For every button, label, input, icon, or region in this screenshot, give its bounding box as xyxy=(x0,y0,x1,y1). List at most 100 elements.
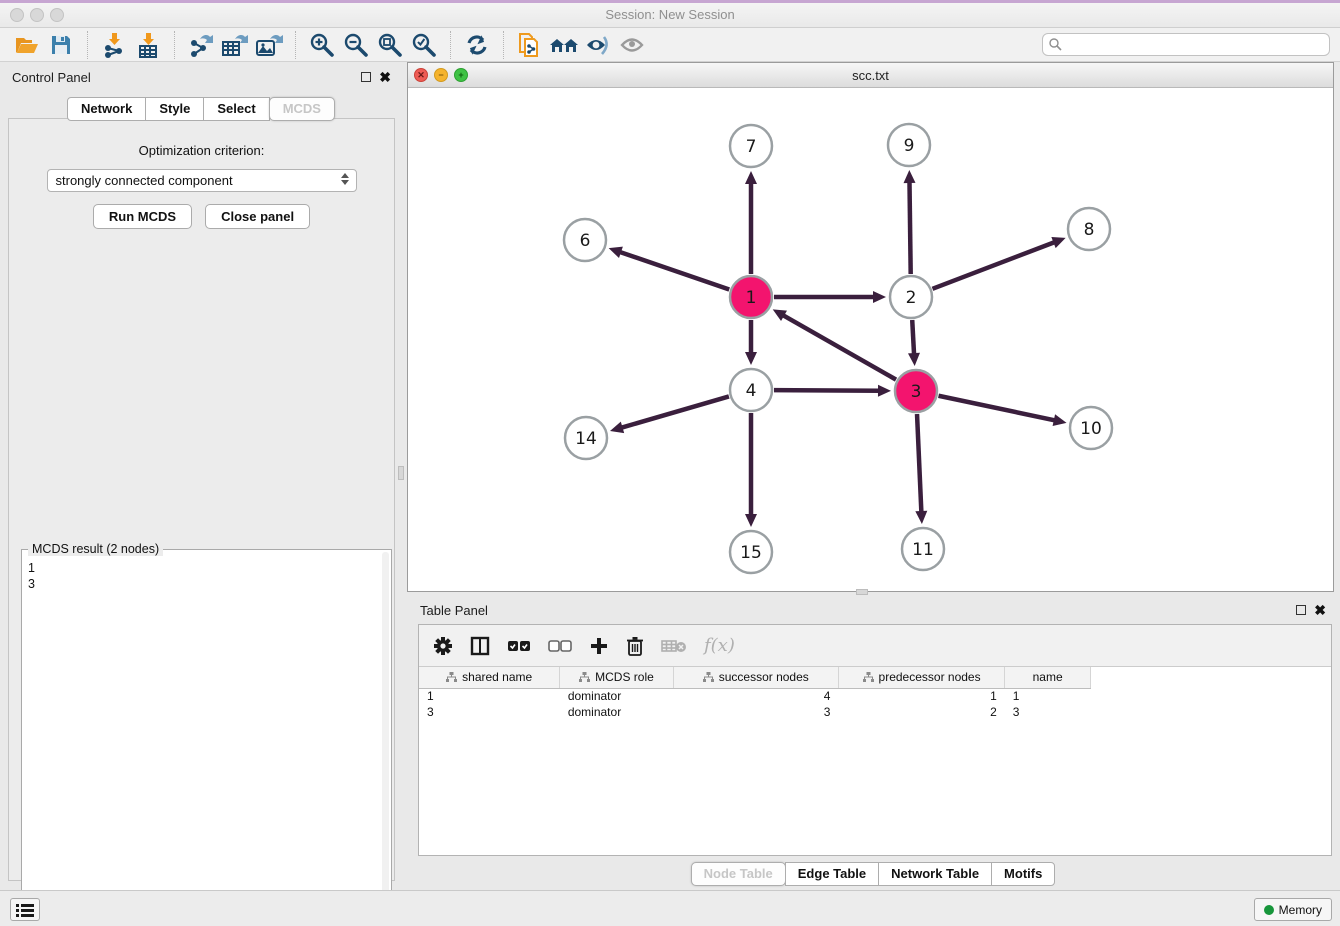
save-session-button[interactable] xyxy=(44,30,78,60)
node-table-frame: f(x) shared name MCDS role successor nod… xyxy=(418,624,1332,856)
table-panel-tabs: Node Table Edge Table Network Table Moti… xyxy=(407,862,1340,886)
toolbar-search xyxy=(1042,33,1330,56)
graph-edge-1-6[interactable] xyxy=(619,252,729,290)
plus-icon xyxy=(589,636,609,656)
memory-button[interactable]: Memory xyxy=(1254,898,1332,921)
table-row[interactable]: 3 dominator 3 2 3 xyxy=(419,704,1091,720)
mcds-result-text[interactable]: 1 3 xyxy=(28,560,377,919)
graph-edge-arrowhead xyxy=(878,385,891,397)
control-panel-title: Control Panel xyxy=(12,70,91,85)
table-settings-button[interactable] xyxy=(433,636,453,656)
column-namespace-icon xyxy=(703,672,714,682)
column-header-mcds-role[interactable]: MCDS role xyxy=(560,667,673,688)
cell-successor-nodes[interactable]: 4 xyxy=(673,688,838,704)
vertical-splitter-grip[interactable] xyxy=(398,466,404,480)
graph-edge-2-9[interactable] xyxy=(909,181,910,274)
memory-status-icon xyxy=(1264,905,1274,915)
tab-motifs[interactable]: Motifs xyxy=(991,862,1055,886)
close-window-button[interactable] xyxy=(10,8,24,22)
cell-name[interactable]: 3 xyxy=(1005,704,1091,720)
search-input[interactable] xyxy=(1042,33,1330,56)
column-header-shared-name[interactable]: shared name xyxy=(419,667,560,688)
table-row[interactable]: 1 dominator 4 1 1 xyxy=(419,688,1091,704)
close-panel-icon[interactable]: ✖ xyxy=(379,72,391,82)
deselect-all-button[interactable] xyxy=(548,639,572,653)
cell-predecessor-nodes[interactable]: 2 xyxy=(838,704,1004,720)
float-table-panel-icon[interactable] xyxy=(1296,605,1306,615)
cell-mcds-role[interactable]: dominator xyxy=(560,688,673,704)
apply-layout-button[interactable] xyxy=(460,30,494,60)
open-file-button[interactable] xyxy=(10,30,44,60)
column-header-predecessor-nodes[interactable]: predecessor nodes xyxy=(838,667,1004,688)
clone-network-button[interactable] xyxy=(513,30,547,60)
network-canvas[interactable]: 1234678910111415 xyxy=(408,88,1333,591)
hide-selected-button[interactable] xyxy=(581,30,615,60)
show-all-button[interactable] xyxy=(615,30,649,60)
graph-edge-arrowhead xyxy=(745,514,757,527)
function-builder-button[interactable]: f(x) xyxy=(704,635,735,656)
tab-mcds[interactable]: MCDS xyxy=(269,97,335,121)
minimize-window-button[interactable] xyxy=(30,8,44,22)
delete-table-button[interactable] xyxy=(661,638,687,654)
zoom-out-button[interactable] xyxy=(339,30,373,60)
run-mcds-button[interactable]: Run MCDS xyxy=(93,204,192,229)
network-window-titlebar[interactable]: ✕ − + scc.txt xyxy=(408,63,1333,88)
save-icon xyxy=(50,34,72,56)
network-minimize-button[interactable]: − xyxy=(434,68,448,82)
add-column-button[interactable] xyxy=(589,636,609,656)
list-icon xyxy=(16,903,34,917)
delete-column-button[interactable] xyxy=(626,636,644,656)
column-header-successor-nodes[interactable]: successor nodes xyxy=(673,667,838,688)
window-title: Session: New Session xyxy=(0,3,1340,27)
toolbar-separator xyxy=(87,31,88,59)
tab-edge-table[interactable]: Edge Table xyxy=(785,862,879,886)
close-panel-button[interactable]: Close panel xyxy=(205,204,310,229)
export-table-button[interactable] xyxy=(218,30,252,60)
graph-edge-3-10[interactable] xyxy=(939,396,1056,421)
import-network-button[interactable] xyxy=(97,30,131,60)
network-maximize-button[interactable]: + xyxy=(454,68,468,82)
cell-name[interactable]: 1 xyxy=(1005,688,1091,704)
graph-edge-3-1[interactable] xyxy=(782,315,896,380)
select-chevrons-icon xyxy=(341,173,349,185)
export-network-icon xyxy=(188,32,214,58)
column-header-name[interactable]: name xyxy=(1005,667,1091,688)
select-all-button[interactable] xyxy=(507,639,531,653)
network-close-button[interactable]: ✕ xyxy=(414,68,428,82)
horizontal-splitter-grip[interactable] xyxy=(856,589,868,595)
graph-edge-arrowhead xyxy=(745,352,757,365)
criterion-select-value: strongly connected component xyxy=(56,173,233,188)
graph-edge-4-14[interactable] xyxy=(621,396,729,428)
zoom-in-button[interactable] xyxy=(305,30,339,60)
graph-edge-3-11[interactable] xyxy=(917,414,921,513)
zoom-fit-button[interactable] xyxy=(373,30,407,60)
tab-style[interactable]: Style xyxy=(145,97,204,121)
cell-shared-name[interactable]: 1 xyxy=(419,688,560,704)
cell-mcds-role[interactable]: dominator xyxy=(560,704,673,720)
float-panel-icon[interactable] xyxy=(361,72,371,82)
show-column-panel-button[interactable] xyxy=(470,636,490,656)
graph-node-label: 6 xyxy=(580,231,591,251)
tab-network[interactable]: Network xyxy=(67,97,146,121)
task-history-button[interactable] xyxy=(10,898,40,921)
cell-predecessor-nodes[interactable]: 1 xyxy=(838,688,1004,704)
export-image-button[interactable] xyxy=(252,30,286,60)
cell-successor-nodes[interactable]: 3 xyxy=(673,704,838,720)
zoom-selected-button[interactable] xyxy=(407,30,441,60)
zoom-window-button[interactable] xyxy=(50,8,64,22)
mcds-result-scrollbar[interactable] xyxy=(382,552,389,920)
tab-select[interactable]: Select xyxy=(203,97,269,121)
graph-edge-arrowhead xyxy=(915,511,927,524)
criterion-select[interactable]: strongly connected component xyxy=(47,169,357,192)
tab-network-table[interactable]: Network Table xyxy=(878,862,992,886)
network-window-title: scc.txt xyxy=(408,68,1333,83)
tab-node-table[interactable]: Node Table xyxy=(691,862,786,886)
cell-shared-name[interactable]: 3 xyxy=(419,704,560,720)
import-table-button[interactable] xyxy=(131,30,165,60)
close-table-panel-icon[interactable]: ✖ xyxy=(1314,605,1326,615)
graph-edge-2-8[interactable] xyxy=(932,242,1055,289)
graph-edge-2-3[interactable] xyxy=(912,320,914,355)
graph-edge-4-3[interactable] xyxy=(774,390,880,391)
first-neighbors-button[interactable] xyxy=(547,30,581,60)
export-network-button[interactable] xyxy=(184,30,218,60)
